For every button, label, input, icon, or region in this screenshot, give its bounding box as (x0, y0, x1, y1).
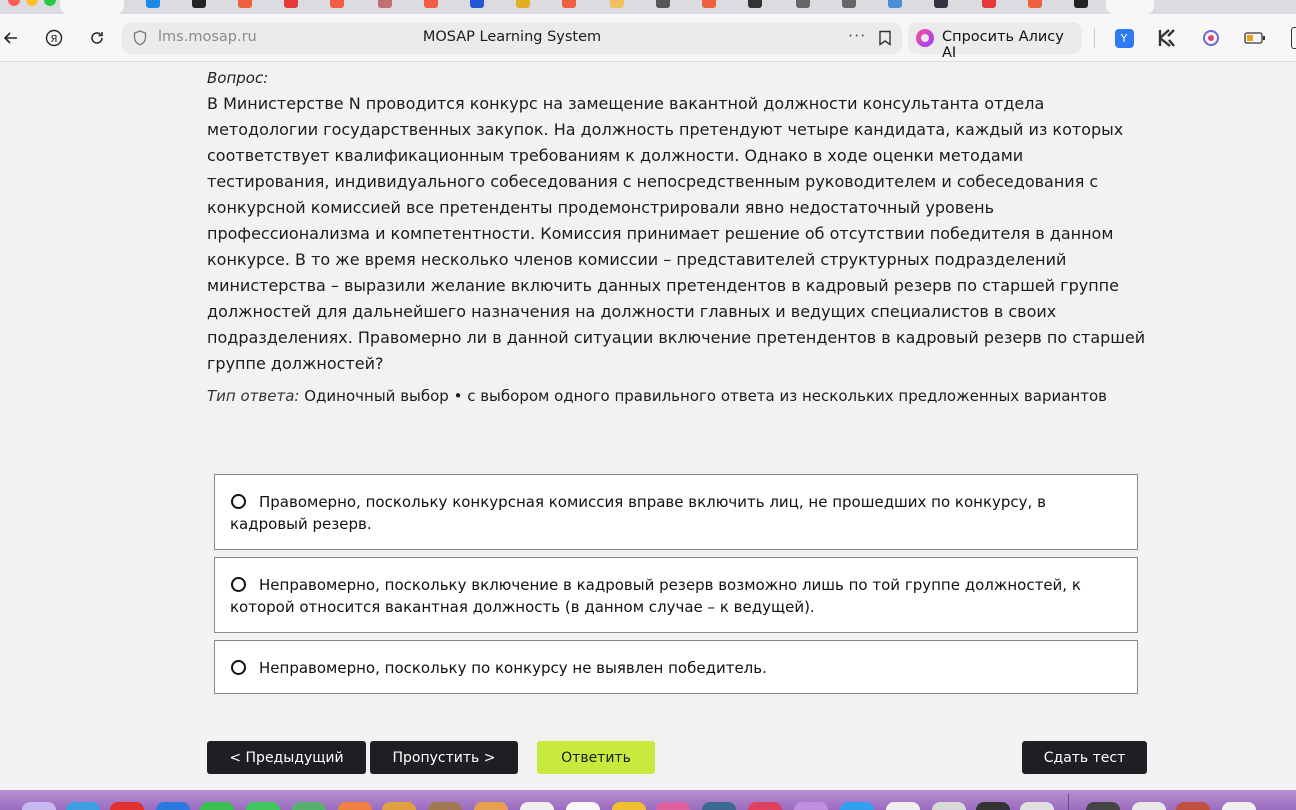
browser-toolbar: Я lms.mosap.ru MOSAP Learning System ···… (0, 14, 1296, 62)
active-tab[interactable] (60, 0, 124, 14)
more-dots-icon[interactable]: ··· (848, 26, 866, 45)
answer-type-label: Тип ответа: (207, 387, 300, 405)
dock-app-icon[interactable] (66, 802, 100, 810)
yandex-disk-icon[interactable]: Y (1113, 27, 1135, 49)
dock-app-icon[interactable] (428, 802, 462, 810)
back-icon[interactable] (0, 27, 22, 49)
dock-app-icon[interactable] (200, 802, 234, 810)
question-label: Вопрос: (207, 69, 269, 87)
tab-favicon[interactable] (192, 0, 206, 8)
answer-option-1[interactable]: Правомерно, поскольку конкурсная комисси… (214, 474, 1138, 550)
dock-app-icon[interactable] (612, 802, 646, 810)
dock (0, 790, 1296, 810)
extension-k-icon[interactable] (1156, 27, 1178, 49)
bookmark-icon[interactable] (878, 30, 892, 46)
tab-favicon[interactable] (796, 0, 810, 8)
toolbar-divider (1094, 28, 1095, 48)
page-title: MOSAP Learning System (422, 29, 602, 45)
tab-favicon[interactable] (284, 0, 298, 8)
tab-favicon[interactable] (702, 0, 716, 8)
tab-favicon[interactable] (656, 0, 670, 8)
tab-favicon[interactable] (934, 0, 948, 8)
dock-app-icon[interactable] (794, 802, 828, 810)
tab-favicon[interactable] (146, 0, 160, 8)
dock-divider (1068, 794, 1069, 810)
tab[interactable] (1106, 0, 1154, 14)
submit-test-button[interactable]: Сдать тест (1022, 741, 1147, 774)
dock-app-icon[interactable] (656, 802, 690, 810)
dock-app-icon[interactable] (886, 802, 920, 810)
address-bar[interactable]: lms.mosap.ru MOSAP Learning System ··· (122, 22, 902, 54)
dock-app-icon[interactable] (1176, 802, 1210, 810)
answer-option-2[interactable]: Неправомерно, поскольку включение в кадр… (214, 557, 1138, 633)
dock-app-icon[interactable] (382, 802, 416, 810)
dock-app-icon[interactable] (520, 802, 554, 810)
dock-app-icon[interactable] (702, 802, 736, 810)
page-content: Вопрос: В Министерстве N проводится конк… (0, 61, 1296, 790)
tab-strip (0, 0, 1296, 14)
battery-icon[interactable] (1244, 27, 1266, 49)
tab-favicon[interactable] (1074, 0, 1088, 8)
tab-favicon[interactable] (982, 0, 996, 8)
tab-favicon[interactable] (562, 0, 576, 8)
tab-favicon[interactable] (330, 0, 344, 8)
dock-app-icon[interactable] (566, 802, 600, 810)
tab-favicon[interactable] (378, 0, 392, 8)
reload-icon[interactable] (86, 27, 108, 49)
dock-app-icon[interactable] (292, 802, 326, 810)
dock-app-icon[interactable] (1086, 802, 1120, 810)
answer-option-text: Неправомерно, поскольку включение в кадр… (230, 576, 1081, 616)
answer-type: Тип ответа: Одиночный выбор • с выбором … (207, 387, 1107, 405)
extension-target-icon[interactable] (1200, 27, 1222, 49)
dock-app-icon[interactable] (932, 802, 966, 810)
dock-app-icon[interactable] (1132, 802, 1166, 810)
close-window-button[interactable] (8, 0, 20, 6)
tab-favicon[interactable] (238, 0, 252, 8)
tab-favicon[interactable] (516, 0, 530, 8)
dock-app-icon[interactable] (474, 802, 508, 810)
skip-button[interactable]: Пропустить > (370, 741, 518, 774)
yandex-home-icon[interactable]: Я (43, 27, 65, 49)
dock-app-icon[interactable] (156, 802, 190, 810)
tab-favicon[interactable] (610, 0, 624, 8)
dock-app-icon[interactable] (840, 802, 874, 810)
alice-label: Спросить Алису AI (942, 29, 1064, 61)
tab-favicon[interactable] (842, 0, 856, 8)
tab-favicon[interactable] (470, 0, 484, 8)
previous-button[interactable]: < Предыдущий (207, 741, 366, 774)
tab-favicon[interactable] (748, 0, 762, 8)
svg-text:Я: Я (51, 34, 58, 45)
answer-option-text: Правомерно, поскольку конкурсная комисси… (230, 493, 1046, 533)
alice-icon (916, 29, 934, 47)
dock-app-icon[interactable] (1222, 802, 1256, 810)
answer-type-value: Одиночный выбор • с выбором одного прави… (304, 387, 1107, 405)
zoom-window-button[interactable] (44, 0, 56, 6)
dock-app-icon[interactable] (1020, 802, 1054, 810)
minimize-window-button[interactable] (26, 0, 38, 6)
dock-app-icon[interactable] (748, 802, 782, 810)
tab-favicon[interactable] (424, 0, 438, 8)
answer-option-3[interactable]: Неправомерно, поскольку по конкурсу не в… (214, 640, 1138, 694)
question-text: В Министерстве N проводится конкурс на з… (207, 94, 1146, 373)
ask-alice-button[interactable]: Спросить Алису AI (908, 22, 1082, 61)
tab-favicon[interactable] (888, 0, 902, 8)
dock-app-icon[interactable] (110, 802, 144, 810)
more-extensions-icon[interactable] (1286, 27, 1296, 49)
tab-favicon[interactable] (1028, 0, 1042, 8)
dock-app-icon[interactable] (976, 802, 1010, 810)
answer-option-text: Неправомерно, поскольку по конкурсу не в… (259, 659, 767, 677)
answer-button[interactable]: Ответить (537, 741, 655, 774)
dock-app-icon[interactable] (338, 802, 372, 810)
dock-app-icon[interactable] (22, 802, 56, 810)
dock-app-icon[interactable] (246, 802, 280, 810)
